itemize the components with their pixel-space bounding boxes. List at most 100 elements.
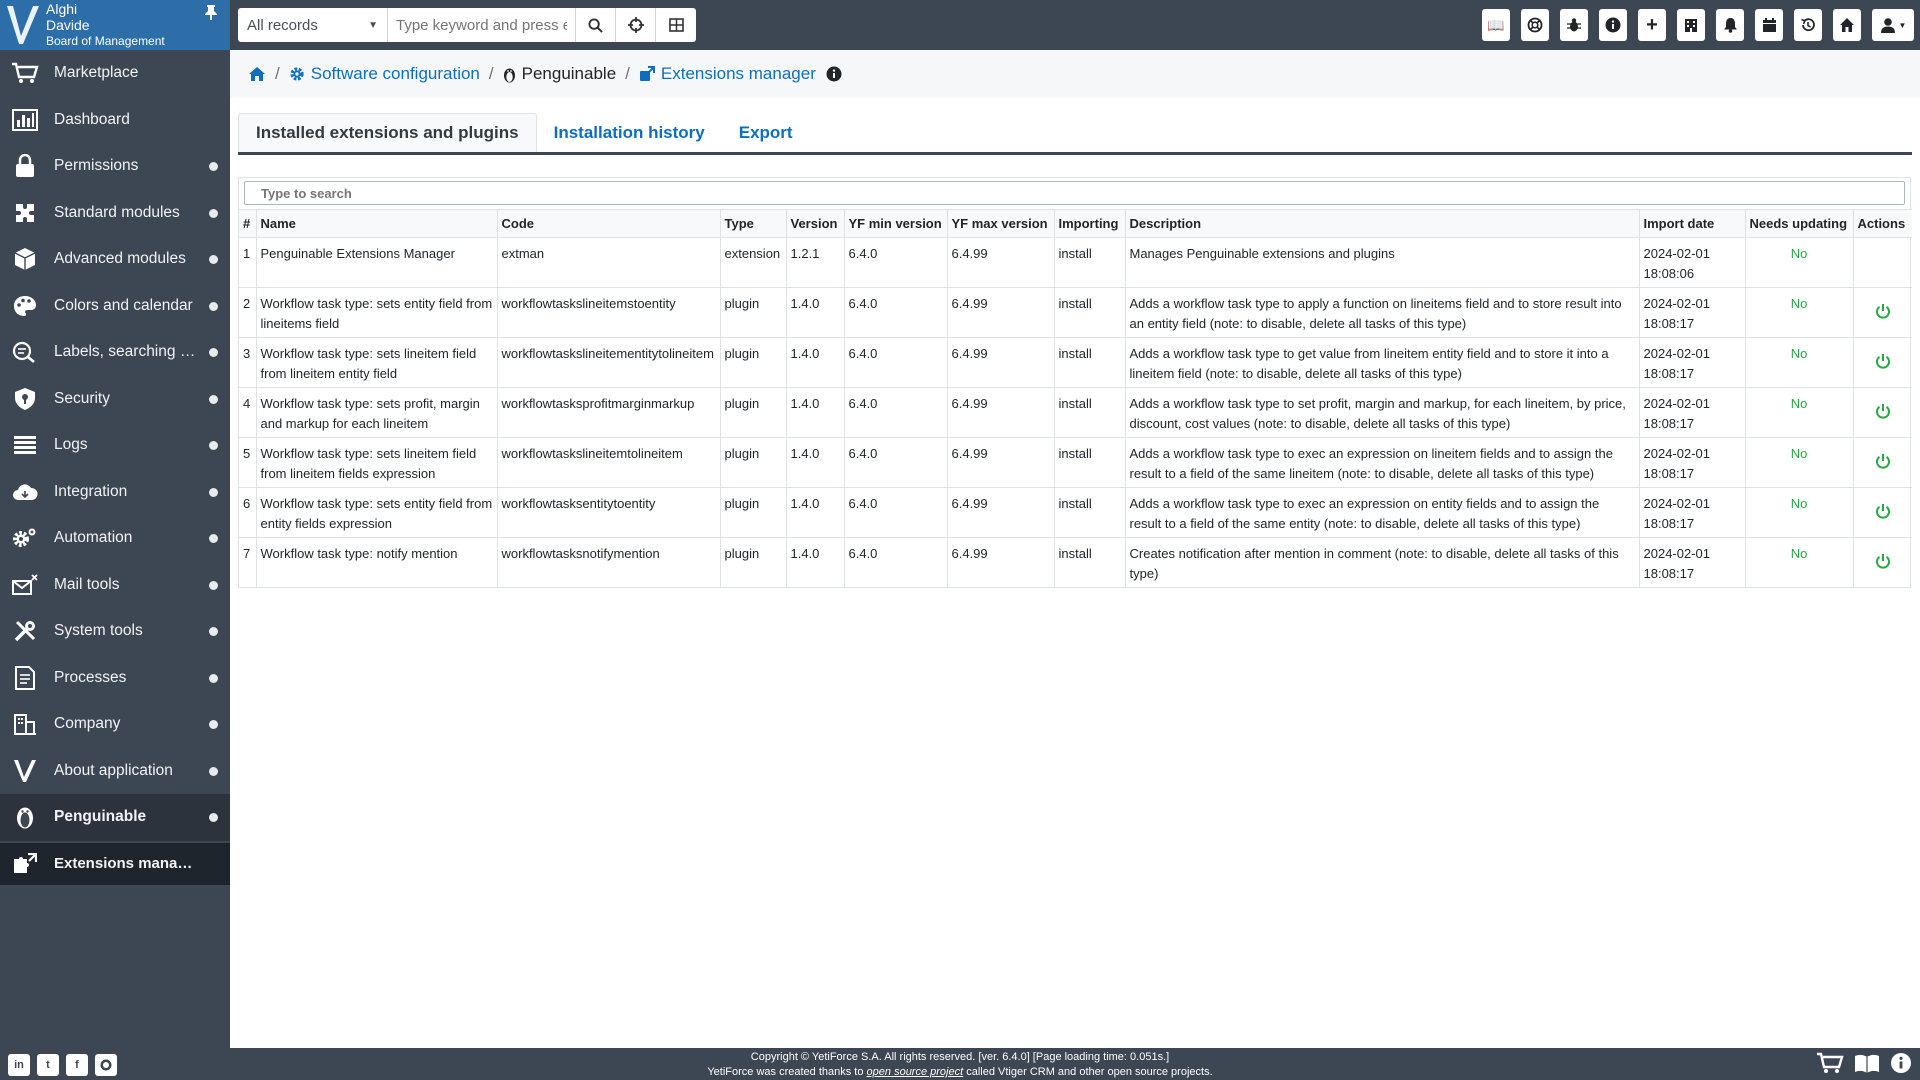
column-header[interactable]: #	[239, 209, 257, 238]
column-header[interactable]: Type	[720, 209, 787, 238]
expand-dot-icon[interactable]	[209, 627, 218, 636]
power-toggle-icon[interactable]	[1875, 353, 1891, 369]
sidebar-item-system-tools[interactable]: System tools	[0, 608, 230, 655]
sidebar-item-marketplace[interactable]: Marketplace	[0, 50, 230, 97]
notifications-button[interactable]	[1716, 9, 1744, 41]
book-open-icon[interactable]	[1854, 1052, 1880, 1078]
home-button[interactable]	[1833, 9, 1861, 41]
buildings-button[interactable]	[1677, 9, 1705, 41]
sidebar-item-labels-searching-a[interactable]: Labels, searching a...	[0, 329, 230, 376]
yeti-logo-icon[interactable]	[0, 0, 46, 50]
row-number: 7	[239, 537, 257, 588]
mail-icon	[0, 562, 48, 608]
quick-create-button[interactable]: +	[1638, 9, 1666, 41]
sidebar-item-standard-modules[interactable]: Standard modules	[0, 190, 230, 237]
expand-dot-icon[interactable]	[209, 394, 218, 404]
sidebar-item-extensions-manager[interactable]: Extensions manager	[0, 842, 230, 885]
expand-dot-icon[interactable]	[209, 813, 218, 822]
expand-dot-icon[interactable]	[209, 348, 218, 357]
linkedin-icon[interactable]: in	[8, 1054, 30, 1076]
calendar-button[interactable]	[1755, 9, 1783, 41]
sidebar-item-processes[interactable]: Processes	[0, 655, 230, 702]
import-date-day: 2024-02-01	[1643, 346, 1711, 361]
sidebar-item-logs[interactable]: Logs	[0, 422, 230, 469]
history-button[interactable]	[1794, 9, 1822, 41]
row-number: 4	[239, 387, 257, 438]
expand-dot-icon[interactable]	[209, 534, 218, 543]
sidebar-item-dashboard[interactable]: Dashboard	[0, 97, 230, 144]
open-source-project-link[interactable]: open source project	[867, 1066, 964, 1078]
sidebar-item-advanced-modules[interactable]: Advanced modules	[0, 236, 230, 283]
report-bug-button[interactable]	[1560, 9, 1588, 41]
user-menu-button[interactable]: ▼	[1872, 9, 1914, 41]
power-toggle-icon[interactable]	[1875, 403, 1891, 419]
sidebar-item-mail-tools[interactable]: Mail tools	[0, 562, 230, 609]
keyword-search-input[interactable]	[388, 8, 576, 42]
sidebar-item-colors-and-calendar[interactable]: Colors and calendar	[0, 283, 230, 330]
power-toggle-icon[interactable]	[1875, 553, 1891, 569]
help-button[interactable]	[1521, 9, 1549, 41]
puzzle-icon	[0, 190, 48, 236]
column-header[interactable]: Version	[786, 209, 845, 238]
column-header[interactable]: Code	[497, 209, 721, 238]
yf-min-version: 6.4.0	[844, 337, 948, 388]
search-button[interactable]	[576, 8, 616, 42]
sidebar-item-integration[interactable]: Integration	[0, 469, 230, 516]
tab-installation-history[interactable]: Installation history	[537, 113, 722, 152]
expand-dot-icon[interactable]	[209, 255, 218, 264]
cart-icon[interactable]	[1816, 1052, 1844, 1078]
power-toggle-icon[interactable]	[1875, 503, 1891, 519]
footer: in t f Copyright © YetiForce S.A. All ri…	[0, 1048, 1920, 1080]
yf-max-version: 6.4.99	[947, 237, 1055, 288]
column-header[interactable]: YF min version	[844, 209, 948, 238]
power-toggle-icon[interactable]	[1875, 453, 1891, 469]
expand-dot-icon[interactable]	[209, 673, 218, 683]
column-header[interactable]: Import date	[1639, 209, 1746, 238]
row-number: 3	[239, 337, 257, 388]
sidebar-item-permissions[interactable]: Permissions	[0, 143, 230, 190]
tab-installed-extensions-and-plugins[interactable]: Installed extensions and plugins	[238, 113, 537, 152]
info-icon[interactable]	[826, 66, 842, 82]
breadcrumb-separator: /	[275, 64, 280, 83]
breadcrumb-software-configuration[interactable]: Software configuration	[289, 64, 480, 84]
sidebar-item-company[interactable]: Company	[0, 701, 230, 748]
table-search-input[interactable]	[244, 181, 1905, 205]
github-icon[interactable]	[95, 1054, 117, 1076]
info-circle-icon[interactable]	[1890, 1052, 1912, 1078]
import-date-day: 2024-02-01	[1643, 246, 1711, 261]
expand-dot-icon[interactable]	[209, 487, 218, 497]
expand-dot-icon[interactable]	[209, 301, 218, 311]
user-panel[interactable]: Alghi Davide Board of Management	[0, 0, 230, 50]
expand-dot-icon[interactable]	[209, 580, 218, 590]
info-button[interactable]	[1599, 9, 1627, 41]
column-header[interactable]: Importing	[1054, 209, 1126, 238]
column-header[interactable]: Description	[1125, 209, 1640, 238]
column-header[interactable]: YF max version	[947, 209, 1055, 238]
column-header[interactable]: Name	[256, 209, 498, 238]
facebook-icon[interactable]: f	[66, 1054, 88, 1076]
expand-dot-icon[interactable]	[209, 441, 218, 450]
column-header[interactable]: Needs updating	[1745, 209, 1854, 238]
sidebar-item-security[interactable]: Security	[0, 376, 230, 423]
home-icon[interactable]	[248, 66, 266, 82]
search-options-button[interactable]	[656, 8, 696, 42]
pin-icon[interactable]	[204, 4, 218, 24]
sidebar-item-penguinable[interactable]: Penguinable	[0, 794, 230, 841]
expand-dot-icon[interactable]	[209, 720, 218, 729]
expand-dot-icon[interactable]	[209, 208, 218, 218]
tab-export[interactable]: Export	[722, 113, 810, 152]
yf-min-version: 6.4.0	[844, 287, 948, 338]
knowledge-base-button[interactable]: 📖	[1482, 9, 1510, 41]
twitter-icon[interactable]: t	[37, 1054, 59, 1076]
expand-dot-icon[interactable]	[209, 162, 218, 171]
sidebar-item-about-application[interactable]: About application	[0, 748, 230, 795]
column-header[interactable]: Actions	[1853, 209, 1912, 238]
yf-max-version: 6.4.99	[947, 387, 1055, 438]
breadcrumb-extensions-manager[interactable]: Extensions manager	[639, 64, 816, 84]
records-select[interactable]: All records ▼	[238, 8, 388, 42]
power-toggle-icon[interactable]	[1875, 303, 1891, 319]
expand-dot-icon[interactable]	[209, 766, 218, 776]
advanced-search-button[interactable]	[616, 8, 656, 42]
footer-icons	[1816, 1052, 1912, 1078]
sidebar-item-automation[interactable]: Automation	[0, 515, 230, 562]
